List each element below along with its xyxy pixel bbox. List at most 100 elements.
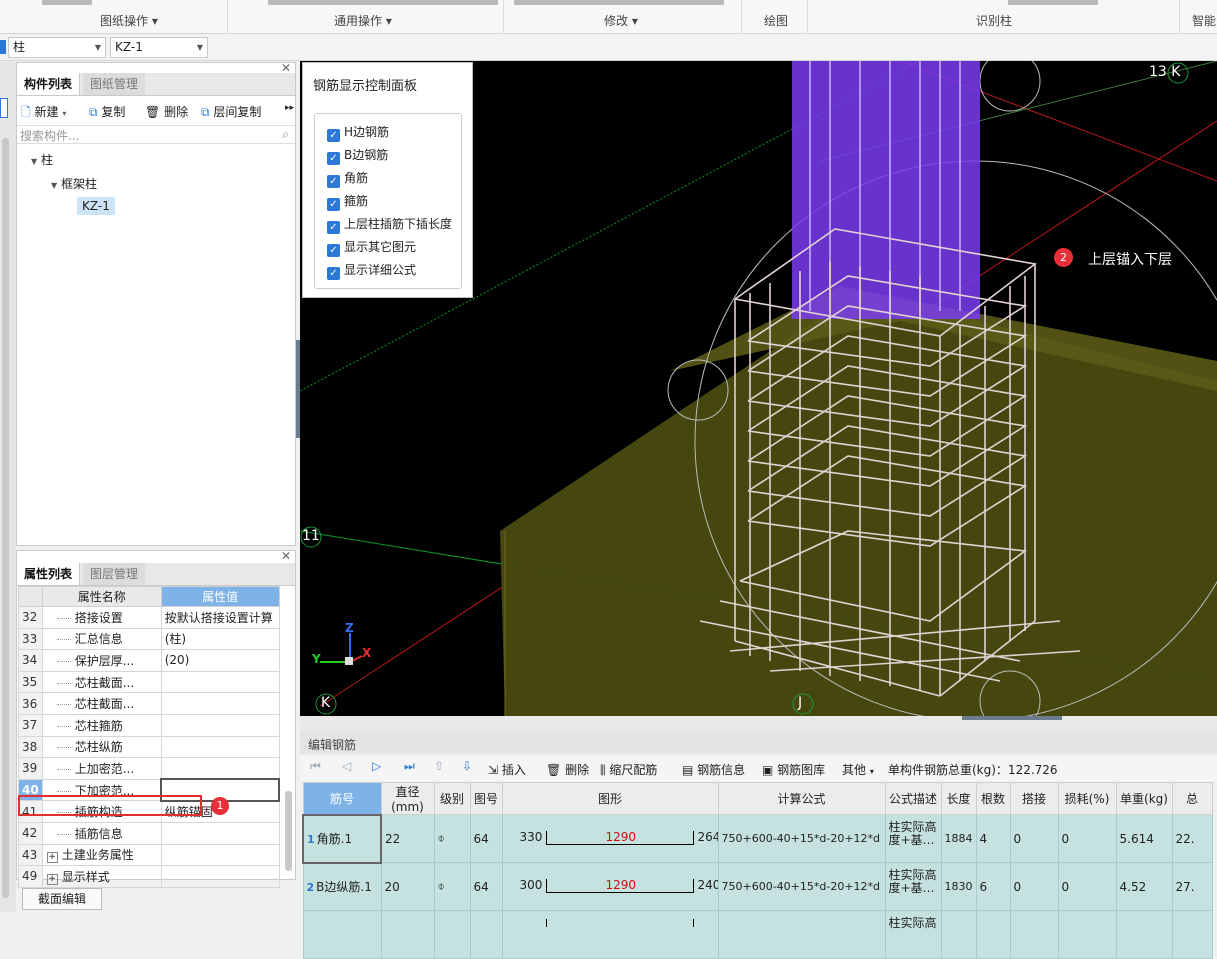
component-combo[interactable]: KZ-1 ▼	[110, 37, 208, 58]
property-value[interactable]	[160, 713, 280, 737]
rebar-cell-length[interactable]	[940, 910, 977, 959]
tab-layer-management[interactable]: 图层管理	[83, 563, 146, 585]
option-checkbox[interactable]: ✓ H边钢筋	[327, 123, 389, 142]
property-row[interactable]: 49 + 显示样式	[18, 865, 280, 888]
rebar-cell-unit[interactable]: 4.52	[1115, 862, 1173, 911]
rebar-cell-count[interactable]: 6	[975, 862, 1011, 911]
tree-node-frame-column[interactable]: ▼ 框架柱	[51, 175, 97, 192]
rebar-cell-formula[interactable]	[717, 910, 886, 959]
scale-rebar-button[interactable]: ⫼ 缩尺配筋	[600, 761, 657, 778]
ribbon-group-label[interactable]: 通用操作 ▾	[334, 12, 392, 29]
ribbon-group-label[interactable]: 图纸操作 ▾	[100, 12, 158, 29]
rebar-cell-name[interactable]: 2 B边纵筋.1	[302, 862, 382, 911]
rebar-row[interactable]: 2B边纵筋.120⌽64 300 1290 240750+600-40+15*d-20…	[302, 862, 1213, 911]
ribbon-group-label[interactable]: 智能	[1192, 12, 1216, 29]
option-checkbox[interactable]: ✓ 显示详细公式	[327, 261, 416, 280]
property-row[interactable]: 38 芯柱纵筋	[18, 735, 280, 759]
ribbon-group-label[interactable]: 修改 ▾	[604, 12, 638, 29]
rebar-cell-lap[interactable]: 0	[1009, 814, 1059, 863]
rebar-cell-count[interactable]: 4	[975, 814, 1011, 863]
prev-icon[interactable]: ◁	[342, 759, 351, 773]
left-edge-scrollbar[interactable]	[2, 138, 9, 898]
property-row[interactable]: 32 搭接设置 按默认搭接设置计算	[18, 606, 280, 629]
rebar-cell-total[interactable]	[1171, 910, 1213, 959]
property-value[interactable]	[160, 843, 280, 867]
rebar-cell-fig[interactable]: 64	[469, 814, 503, 863]
rebar-cell-loss[interactable]: 0	[1057, 862, 1117, 911]
option-checkbox[interactable]: ✓ 角筋	[327, 169, 368, 188]
copy-button[interactable]: ⧉ 复制	[89, 103, 125, 120]
rebar-cell-name[interactable]	[302, 910, 382, 959]
view-splitter[interactable]	[300, 716, 1217, 732]
property-row[interactable]: 39 上加密范...	[18, 757, 280, 780]
tree-node-kz1[interactable]: KZ-1	[77, 197, 115, 215]
rebar-cell-name[interactable]: 1 角筋.1	[302, 813, 382, 864]
property-value[interactable]	[160, 757, 280, 780]
tab-component-list[interactable]: 构件列表	[17, 73, 81, 95]
property-value[interactable]	[160, 821, 280, 845]
property-row[interactable]: 42 插筋信息	[18, 821, 280, 845]
rebar-cell-dia[interactable]	[380, 910, 435, 959]
property-row[interactable]: 36 芯柱截面...	[18, 692, 280, 715]
ribbon-group-label[interactable]: 绘图	[764, 12, 788, 29]
expand-icon[interactable]: +	[46, 852, 58, 864]
rebar-cell-loss[interactable]: 0	[1057, 814, 1117, 863]
view-splitter-handle[interactable]	[962, 716, 1062, 720]
property-value[interactable]	[160, 735, 280, 759]
new-button[interactable]: 🗋 新建 ▾	[21, 103, 66, 124]
rebar-cell-desc[interactable]: 柱实际高 度+基…	[884, 814, 942, 863]
insert-button[interactable]: ⇲ 插入	[488, 761, 526, 778]
rebar-library-button[interactable]: ▣ 钢筋图库	[762, 761, 825, 778]
search-input[interactable]: 搜索构件... ⌕	[17, 125, 295, 144]
rebar-cell-count[interactable]	[975, 910, 1011, 959]
property-row[interactable]: 35 芯柱截面...	[18, 670, 280, 694]
rebar-cell-unit[interactable]	[1115, 910, 1173, 959]
rebar-cell-lap[interactable]	[1009, 910, 1059, 959]
option-checkbox[interactable]: ✓ 箍筋	[327, 192, 368, 211]
panel-toggle-icon[interactable]	[0, 40, 6, 54]
rebar-cell-dia[interactable]: 22	[380, 814, 435, 863]
delete-button[interactable]: 🗑 删除	[145, 103, 188, 120]
property-value[interactable]: (柱)	[160, 627, 280, 651]
rebar-cell-lap[interactable]: 0	[1009, 862, 1059, 911]
rebar-cell-length[interactable]: 1884	[940, 814, 977, 863]
rebar-cell-loss[interactable]	[1057, 910, 1117, 959]
option-checkbox[interactable]: ✓ 显示其它图元	[327, 238, 416, 257]
floor-type-combo[interactable]: 柱 ▼	[8, 37, 106, 58]
last-icon[interactable]: ⏭	[404, 759, 415, 774]
rebar-cell-grade[interactable]: ⌽	[433, 814, 471, 863]
rebar-cell-dia[interactable]: 20	[380, 862, 435, 911]
other-menu[interactable]: 其他 ▾	[842, 761, 874, 778]
rebar-cell-formula[interactable]: 750+600-40+15*d-20+12*d	[717, 862, 886, 911]
rebar-cell-total[interactable]: 27.	[1171, 862, 1213, 911]
delete-row-button[interactable]: 🗑 删除	[546, 761, 589, 778]
tree-node-column[interactable]: ▼ 柱	[31, 151, 53, 168]
option-checkbox[interactable]: ✓ 上层柱插筋下插长度	[327, 215, 452, 234]
rebar-info-button[interactable]: ▤ 钢筋信息	[682, 761, 745, 778]
rebar-row[interactable]: 柱实际高	[302, 910, 1213, 959]
property-value[interactable]	[160, 865, 280, 888]
close-icon[interactable]: ✕	[281, 549, 291, 563]
rebar-row[interactable]: 1角筋.122⌽64 330 1290 264750+600-40+15*d-20+1…	[302, 813, 1213, 864]
property-scrollbar[interactable]	[285, 791, 292, 871]
rebar-cell-fig[interactable]	[469, 910, 503, 959]
rebar-cell-length[interactable]: 1830	[940, 862, 977, 911]
option-checkbox[interactable]: ✓ B边钢筋	[327, 146, 388, 165]
rebar-cell-total[interactable]: 22.	[1171, 814, 1213, 863]
property-value[interactable]	[160, 670, 280, 694]
rebar-cell-desc[interactable]: 柱实际高 度+基…	[884, 862, 942, 911]
left-edge-tab-icon[interactable]	[0, 98, 8, 118]
tab-drawing-management[interactable]: 图纸管理	[83, 73, 146, 95]
ribbon-group-label[interactable]: 识别柱	[976, 12, 1012, 29]
rebar-cell-formula[interactable]: 750+600-40+15*d-20+12*d	[717, 814, 886, 863]
property-row[interactable]: 33 汇总信息 (柱)	[18, 627, 280, 651]
property-value[interactable]	[160, 692, 280, 715]
section-edit-button[interactable]: 截面编辑	[22, 888, 102, 910]
move-up-icon[interactable]: ⇧	[434, 759, 444, 773]
next-icon[interactable]: ▷	[372, 759, 381, 773]
property-row[interactable]: 37 芯柱箍筋	[18, 713, 280, 737]
rebar-cell-unit[interactable]: 5.614	[1115, 814, 1173, 863]
property-row[interactable]: 34 保护层厚... (20)	[18, 649, 280, 672]
rebar-cell-grade[interactable]: ⌽	[433, 862, 471, 911]
property-value[interactable]: 按默认搭接设置计算	[160, 606, 280, 629]
